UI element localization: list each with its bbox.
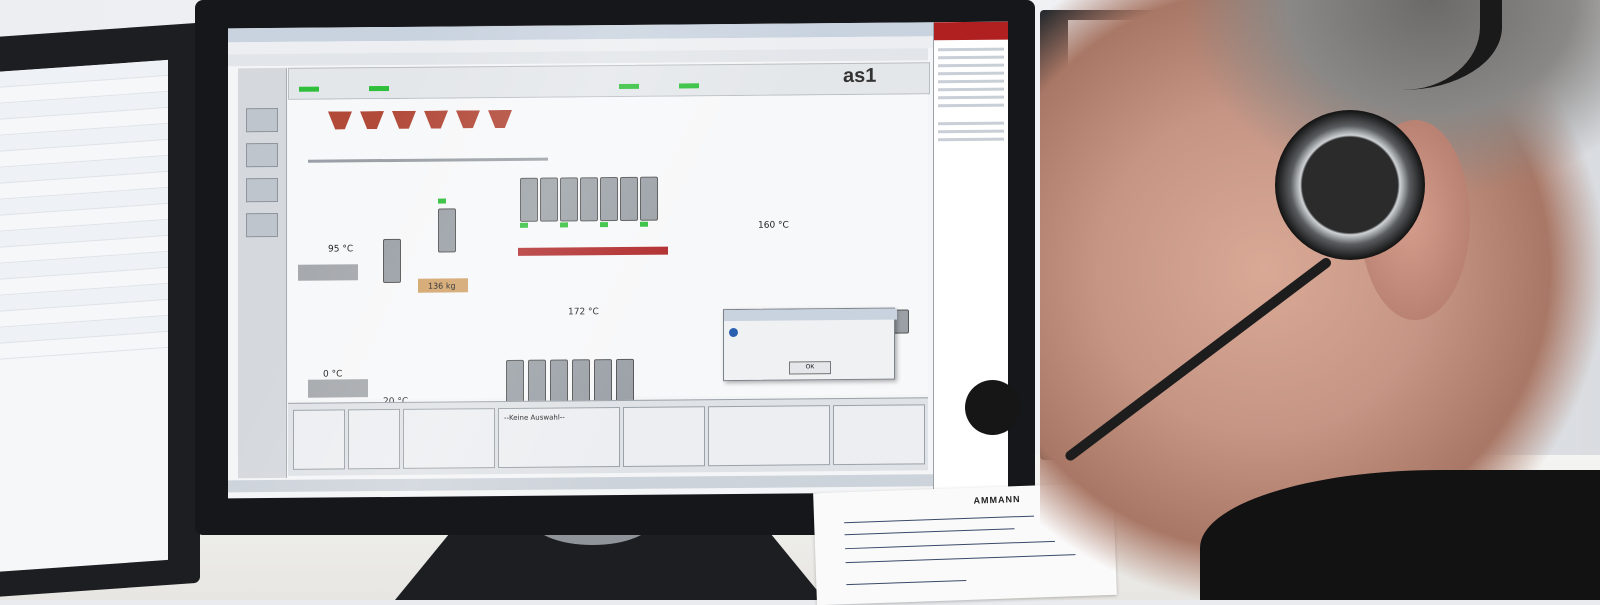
control-group[interactable] xyxy=(623,406,705,467)
control-group[interactable] xyxy=(403,408,495,469)
nav-button[interactable] xyxy=(246,142,278,168)
control-group[interactable] xyxy=(708,405,830,467)
control-group[interactable] xyxy=(293,409,345,470)
status-bar xyxy=(228,474,934,493)
silo xyxy=(572,359,590,404)
silo xyxy=(620,176,638,221)
ok-button[interactable]: OK xyxy=(789,361,831,375)
silo xyxy=(600,177,618,222)
info-line xyxy=(938,129,1004,134)
headset-earcup xyxy=(1275,110,1425,260)
control-group[interactable] xyxy=(348,408,400,470)
nav-button[interactable] xyxy=(246,107,278,133)
info-icon xyxy=(729,327,738,338)
handwriting xyxy=(846,579,967,586)
dialog-title xyxy=(724,308,897,322)
silo xyxy=(550,359,568,404)
silo xyxy=(528,359,546,404)
temperature-readout: 95 °C xyxy=(328,244,354,255)
silo xyxy=(594,359,612,404)
paper-logo: AMMANN xyxy=(973,494,1021,506)
info-line xyxy=(938,71,1004,76)
info-line xyxy=(938,55,1004,60)
gauge-bar xyxy=(619,83,639,89)
temperature-readout: 160 °C xyxy=(758,220,789,231)
dryer-drum xyxy=(298,264,358,281)
silo xyxy=(560,177,578,222)
handwriting xyxy=(844,528,1015,536)
left-monitor-screen xyxy=(0,59,168,572)
status-indicator xyxy=(438,198,446,204)
gauge-bar xyxy=(679,83,699,89)
hopper xyxy=(392,111,416,129)
bottom-control-panel: --Keine Auswahl-- xyxy=(288,397,928,476)
left-nav xyxy=(238,67,287,479)
silo xyxy=(438,208,456,253)
info-line xyxy=(938,103,1004,108)
silo xyxy=(520,177,538,222)
mixer-drum xyxy=(308,379,368,398)
temperature-readout: 172 °C xyxy=(568,307,599,318)
info-line xyxy=(938,87,1004,92)
headset-microphone xyxy=(965,380,1020,435)
info-dialog: OK xyxy=(723,307,897,382)
hopper xyxy=(424,110,448,128)
nav-button[interactable] xyxy=(246,212,278,238)
nav-button[interactable] xyxy=(246,177,278,203)
side-panel-brand xyxy=(934,21,1008,41)
control-group[interactable] xyxy=(833,404,925,466)
handwriting xyxy=(845,540,1055,550)
control-software-screen: as1 95 °C 160 °C 172 °C 0 °C 136 kg OK -… xyxy=(228,21,1008,499)
info-line xyxy=(938,95,1004,100)
status-indicator xyxy=(640,221,648,227)
control-group[interactable]: --Keine Auswahl-- xyxy=(498,406,620,469)
silo xyxy=(640,176,658,221)
weigh-belt xyxy=(518,246,668,256)
hopper xyxy=(488,110,512,128)
silo xyxy=(383,238,401,284)
silo xyxy=(580,177,598,222)
info-line xyxy=(938,137,1004,142)
silo xyxy=(506,359,524,404)
dialog-message xyxy=(742,325,892,326)
app-logo: as1 xyxy=(843,64,877,88)
left-monitor xyxy=(0,22,200,598)
status-indicator xyxy=(520,222,528,228)
info-line xyxy=(938,63,1004,68)
conveyor xyxy=(308,157,548,163)
select-value[interactable]: --Keine Auswahl-- xyxy=(504,413,565,422)
silo xyxy=(616,358,634,404)
gauge-bar xyxy=(299,86,319,92)
weight-readout: 136 kg xyxy=(428,281,456,291)
gauge-bar xyxy=(369,85,389,92)
hopper xyxy=(360,111,384,129)
hopper xyxy=(456,110,480,128)
handwriting xyxy=(844,515,1035,524)
temperature-readout: 0 °C xyxy=(323,369,343,380)
silo xyxy=(540,177,558,222)
hopper xyxy=(328,111,352,129)
info-line xyxy=(938,47,1004,52)
info-line xyxy=(938,121,1004,126)
status-indicator xyxy=(560,222,568,228)
status-indicator xyxy=(600,222,608,228)
info-line xyxy=(938,79,1004,84)
